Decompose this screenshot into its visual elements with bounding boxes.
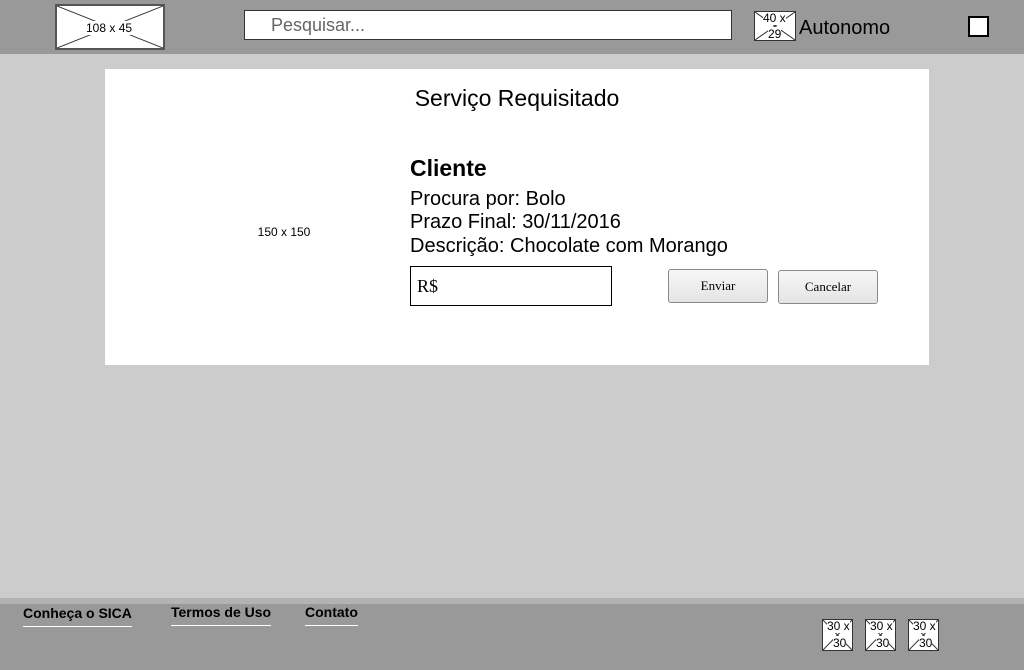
social-2-placeholder-top: 30 x (870, 619, 893, 633)
social-icon-2[interactable]: 30 x 30 (865, 619, 896, 651)
social-icon-1[interactable]: 30 x 30 (822, 619, 853, 651)
service-card: Serviço Requisitado 150 x 150 Cliente Pr… (105, 69, 929, 365)
client-image: 150 x 150 (209, 157, 359, 307)
social-3-placeholder-top: 30 x (913, 619, 936, 633)
avatar-placeholder-bottom: 29 (768, 27, 782, 41)
footer-link-terms[interactable]: Termos de Uso (171, 604, 272, 626)
footer-link-contact[interactable]: Contato (305, 604, 358, 626)
logo-placeholder-label: 108 x 45 (84, 21, 135, 35)
avatar-placeholder-top: 40 x (763, 11, 786, 25)
social-1-placeholder-bottom: 30 (833, 636, 847, 650)
footer-link-about[interactable]: Conheça o SICA (23, 605, 132, 627)
logo-image[interactable]: 108 x 45 (55, 4, 165, 50)
deadline-text: Prazo Final: 30/11/2016 (410, 211, 621, 233)
user-name[interactable]: Autonomo (799, 17, 890, 40)
description-text: Descrição: Chocolate com Morango (410, 235, 728, 257)
price-input[interactable] (447, 267, 611, 307)
send-button[interactable]: Enviar (668, 269, 768, 303)
social-icon-3[interactable]: 30 x 30 (908, 619, 939, 651)
search-for-text: Procura por: Bolo (410, 188, 566, 210)
social-2-placeholder-bottom: 30 (876, 636, 890, 650)
search-field[interactable] (244, 10, 732, 40)
client-heading: Cliente (410, 155, 487, 181)
cancel-button[interactable]: Cancelar (778, 270, 878, 304)
header-bar: 108 x 45 40 x 29 Autonomo (0, 0, 1024, 54)
search-input[interactable] (245, 11, 731, 39)
social-3-placeholder-bottom: 30 (919, 636, 933, 650)
currency-prefix: R$ (417, 276, 439, 296)
menu-checkbox[interactable] (968, 16, 989, 37)
client-image-placeholder-label: 150 x 150 (257, 225, 311, 239)
price-field[interactable]: R$ (410, 266, 612, 307)
page-title: Serviço Requisitado (414, 85, 620, 111)
user-avatar-image[interactable]: 40 x 29 (754, 11, 796, 41)
social-1-placeholder-top: 30 x (827, 619, 850, 633)
